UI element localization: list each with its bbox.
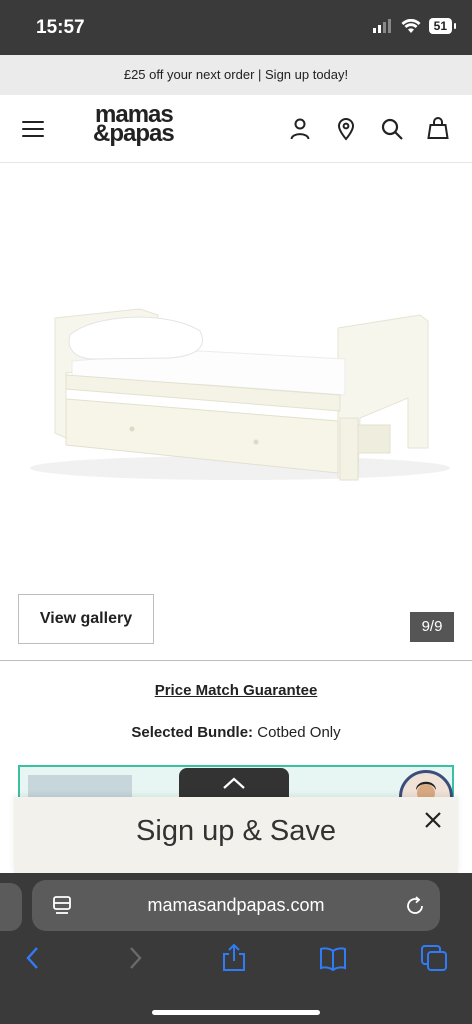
wifi-icon — [401, 18, 421, 33]
menu-icon[interactable] — [22, 121, 44, 137]
product-image[interactable] — [0, 163, 472, 583]
price-match-link[interactable]: Price Match Guarantee — [0, 682, 472, 699]
logo-line-2: &papas — [93, 120, 175, 147]
promo-text[interactable]: £25 off your next order | Sign up today! — [124, 67, 348, 82]
promo-banner[interactable]: £25 off your next order | Sign up today! — [0, 55, 472, 95]
close-icon[interactable] — [422, 809, 444, 831]
view-gallery-button[interactable]: View gallery — [18, 594, 154, 644]
bundle-value: Cotbed Only — [257, 724, 341, 741]
bookmarks-icon[interactable] — [318, 943, 348, 973]
signal-icon — [372, 19, 391, 33]
account-icon[interactable] — [288, 117, 312, 141]
tabs-icon[interactable] — [419, 943, 449, 973]
chevron-up-icon — [223, 777, 245, 789]
address-bar[interactable]: mamasandpapas.com — [32, 880, 440, 931]
status-bar: 15:57 51 — [0, 0, 472, 55]
home-indicator — [152, 1010, 320, 1015]
signup-panel[interactable]: Sign up & Save — [14, 797, 458, 873]
browser-nav-toolbar — [0, 943, 472, 979]
signup-title[interactable]: Sign up & Save — [14, 815, 458, 848]
status-icons: 51 — [372, 18, 457, 34]
reload-icon[interactable] — [404, 895, 426, 917]
previous-tab-preview[interactable] — [0, 883, 22, 931]
site-logo[interactable]: mamas &papas — [93, 103, 215, 147]
store-locator-icon[interactable] — [334, 117, 358, 141]
bundle-label: Selected Bundle: — [131, 724, 254, 741]
section-divider — [0, 660, 472, 661]
search-icon[interactable] — [380, 117, 404, 141]
browser-toolbar: mamasandpapas.com — [0, 873, 472, 1024]
gallery-row: View gallery 9/9 — [0, 594, 472, 646]
cotbed-illustration — [30, 308, 450, 481]
site-header: mamas &papas — [0, 95, 472, 163]
basket-icon[interactable] — [426, 117, 450, 141]
header-icons — [288, 117, 450, 141]
selected-bundle: Selected Bundle: Cotbed Only — [0, 724, 472, 741]
gallery-counter: 9/9 — [410, 612, 454, 642]
status-time: 15:57 — [36, 17, 85, 38]
bundle-thumbnail — [28, 775, 132, 799]
back-icon[interactable] — [18, 943, 48, 973]
forward-icon[interactable] — [120, 943, 150, 973]
url-text[interactable]: mamasandpapas.com — [32, 880, 440, 931]
expand-panel-button[interactable] — [179, 768, 289, 800]
battery-indicator: 51 — [428, 18, 457, 34]
share-icon[interactable] — [219, 943, 249, 973]
